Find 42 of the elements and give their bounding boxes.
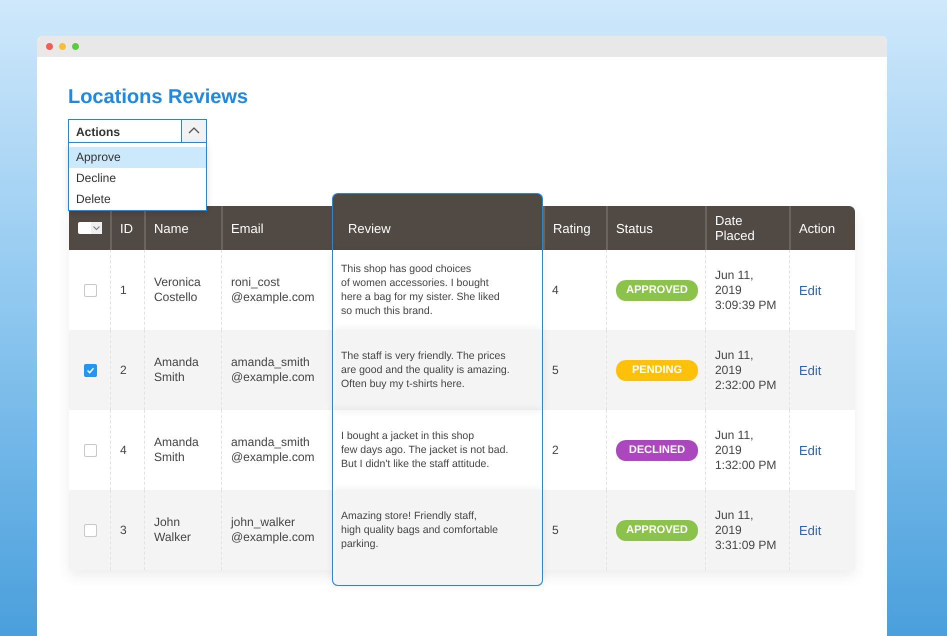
table-cell: Jun 11, 2019 3:31:09 PM — [705, 490, 789, 570]
menu-item[interactable]: Decline — [69, 168, 206, 189]
status-badge: APPROVED — [616, 520, 698, 540]
column-header: Name — [144, 206, 221, 250]
table-cell-text: 4 — [551, 282, 560, 298]
column-header: Review — [332, 193, 543, 250]
maximize-dot-icon[interactable] — [72, 43, 79, 50]
edit-link[interactable]: Edit — [799, 442, 822, 458]
row-checkbox[interactable] — [84, 524, 97, 536]
table-cell: 5 — [543, 330, 606, 410]
select-all-checkbox[interactable] — [78, 222, 102, 234]
table-cell: 3 — [110, 490, 144, 570]
edit-link[interactable]: Edit — [799, 522, 822, 538]
minimize-dot-icon[interactable] — [59, 43, 66, 50]
row-checkbox[interactable] — [84, 444, 97, 456]
column-header: Email — [221, 206, 332, 250]
table-cell: john_walker @example.com — [221, 490, 332, 570]
menu-item[interactable]: Approve — [69, 147, 206, 168]
status-badge: PENDING — [616, 360, 698, 380]
table-cell-text: 2 — [551, 442, 560, 458]
status-badge: APPROVED — [616, 280, 698, 300]
check-icon — [86, 366, 95, 374]
table-cell: John Walker — [144, 490, 221, 570]
column-header: Action — [789, 206, 855, 250]
row-checkbox[interactable] — [84, 364, 97, 376]
column-header: Date Placed — [705, 206, 789, 250]
column-header: Status — [606, 206, 705, 250]
table-cell: 2 — [110, 330, 144, 410]
edit-link[interactable]: Edit — [799, 282, 822, 298]
edit-link[interactable]: Edit — [799, 362, 822, 378]
close-dot-icon[interactable] — [46, 43, 53, 50]
table-cell: Amanda Smith — [144, 330, 221, 410]
actions-dropdown[interactable]: Actions — [68, 119, 207, 143]
table-cell: 5 — [543, 490, 606, 570]
review-cell: The staff is very friendly. The prices are good and the quality is amazing. Often buy my t-shirts here. — [332, 330, 543, 410]
column-header: Rating — [543, 206, 606, 250]
table-cell: Jun 11, 2019 2:32:00 PM — [705, 330, 789, 410]
review-cell: Amazing store! Friendly staff, high quality bags and comfortable parking. — [332, 490, 543, 586]
status-badge: DECLINED — [616, 440, 698, 460]
table-cell: amanda_smith @example.com — [221, 330, 332, 410]
page-title: Locations Reviews — [68, 85, 248, 109]
row-checkbox[interactable] — [84, 284, 97, 296]
